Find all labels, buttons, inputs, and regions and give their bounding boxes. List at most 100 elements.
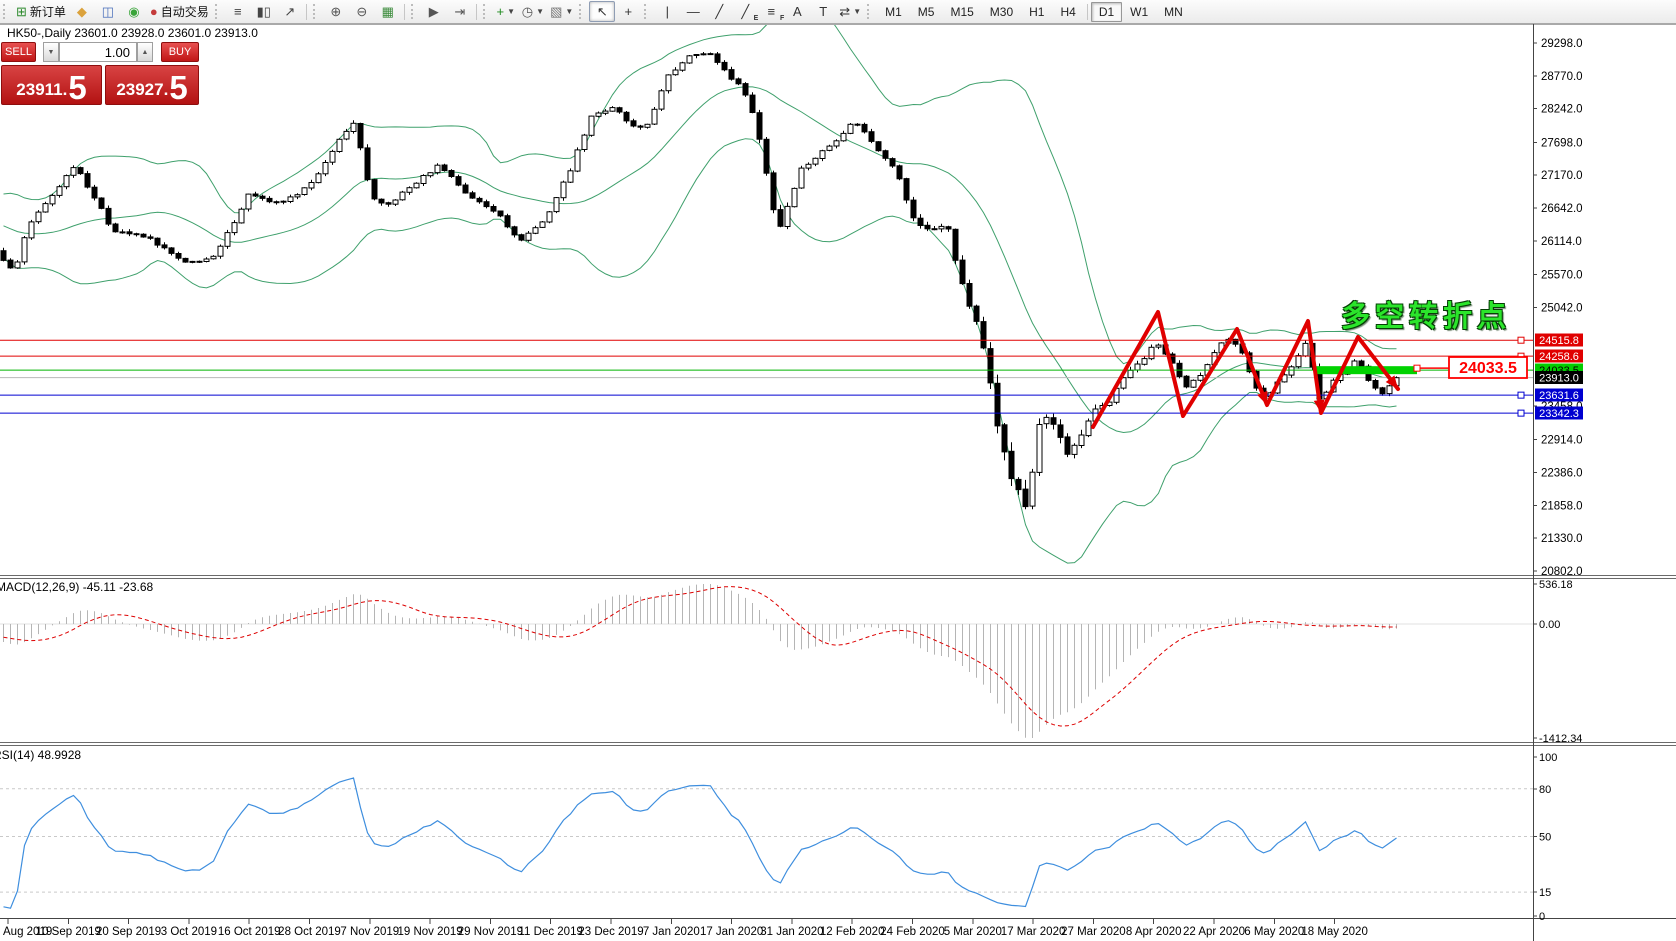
vertical-line-button[interactable]: | [654,1,680,22]
date-tick-label: 12 Feb 2020 [820,926,885,938]
zoom-in-button[interactable]: ⊕ [323,1,349,22]
equidistant-channel-button[interactable]: ╱E [732,1,758,22]
indicator-axis-labels: 536.180.00-1412.341008050150 [1539,579,1582,923]
price-tick-label: 27170.0 [1541,170,1583,182]
toolbar-grip [579,4,585,19]
price-tick-label: 21330.0 [1541,533,1583,545]
timeframe-M1[interactable]: M1 [877,2,910,22]
dropdown-arrow-icon[interactable]: ▼ [507,7,515,16]
date-tick-label: 17 Jan 2020 [700,926,763,938]
timeframe-W1[interactable]: W1 [1122,2,1156,22]
timeframe-H1[interactable]: H1 [1021,2,1052,22]
chart-shift-button[interactable]: ⇥ [447,1,473,22]
arrows-button[interactable]: ⇄▼ [836,1,864,22]
date-tick-label: 29 Nov 2019 [458,926,523,938]
buy-price-display[interactable]: 23927.5 [105,65,199,105]
date-tick-label: 19 Nov 2019 [397,926,462,938]
candlestick-series [1,52,1399,509]
chart-canvas[interactable]: 24033.529298.028770.028242.027698.027170… [0,0,1676,941]
volume-increase-button[interactable]: ▲ [137,42,153,62]
crosshair-icon: + [624,5,632,18]
eraser-button[interactable]: ◆ [69,1,95,22]
price-tick-label: 28770.0 [1541,71,1583,83]
macd-signal-line [4,587,1397,726]
macd-axis-label: 536.18 [1539,579,1573,591]
support-zone-bar [1316,366,1417,374]
cursor-button[interactable]: ↖ [589,1,615,22]
bollinger-upper-band [4,0,1397,364]
text-button[interactable]: A [784,1,810,22]
date-tick-label: 5 Mar 2020 [944,926,1002,938]
date-tick-label: 3 Oct 2019 [161,926,217,938]
dropdown-arrow-icon[interactable]: ▼ [565,7,573,16]
date-tick-label: 6 May 2020 [1244,926,1304,938]
volume-decrease-button[interactable]: ▼ [43,42,59,62]
date-tick-label: 24 Feb 2020 [880,926,945,938]
date-tick-label: 23 Dec 2019 [578,926,643,938]
timeframe-M15[interactable]: M15 [942,2,981,22]
chart-profile-button[interactable]: ◫ [95,1,121,22]
indicators-button[interactable]: +▼ [493,1,519,22]
sell-price-display[interactable]: 23911.5 [1,65,102,105]
toolbar-grip [644,4,650,19]
callout-handle [1414,365,1420,371]
buy-button[interactable]: BUY [161,42,199,62]
trading-terminal-window: ⊞新订单◆◫◉●自动交易≡▮▯↗⊕⊖▦▶⇥+▼◷▼▧▼↖+|—╱╱E≡FAT⇄▼… [0,0,1676,941]
date-tick-label: 18 May 2020 [1301,926,1368,938]
auto-trading-icon: ● [150,5,158,18]
price-badge-23631.6-text: 23631.6 [1539,390,1579,402]
auto-scroll-button[interactable]: ▶ [421,1,447,22]
zoom-out-button[interactable]: ⊖ [349,1,375,22]
horizontal-line-icon: — [687,5,700,18]
bar-chart-button[interactable]: ≡ [225,1,251,22]
candlestick-chart-button[interactable]: ▮▯ [251,1,277,22]
timeframe-M30[interactable]: M30 [982,2,1021,22]
macd-axis-label: 0.00 [1539,619,1560,631]
line-chart-button[interactable]: ↗ [277,1,303,22]
eraser-icon: ◆ [77,5,87,18]
arrows-icon: ⇄ [839,5,850,18]
toolbar-grip [483,4,489,19]
timeframe-M5[interactable]: M5 [910,2,943,22]
price-tick-label: 29298.0 [1541,38,1583,50]
dropdown-arrow-icon[interactable]: ▼ [853,7,861,16]
timeframe-H4[interactable]: H4 [1052,2,1083,22]
signal-icon: ◉ [128,5,139,18]
price-badge-24515.8-text: 24515.8 [1539,335,1579,347]
rsi-pane [0,778,1533,908]
price-tick-label: 27698.0 [1541,137,1583,149]
timeframe-D1[interactable]: D1 [1091,2,1122,22]
price-tick-label: 22386.0 [1541,468,1583,480]
price-badge-24258.6-text: 24258.6 [1539,351,1579,363]
rsi-axis-label: 50 [1539,832,1551,844]
main-toolbar: ⊞新订单◆◫◉●自动交易≡▮▯↗⊕⊖▦▶⇥+▼◷▼▧▼↖+|—╱╱E≡FAT⇄▼… [0,0,1676,24]
sell-price-big-digit: 5 [68,74,86,101]
rsi-axis-label: 15 [1539,887,1551,899]
volume-input[interactable]: 1.00 [59,42,137,62]
candlestick-chart-icon: ▮▯ [257,5,271,18]
bollinger-lower-band [4,139,1397,563]
new-order-icon: ⊞ [16,5,27,18]
auto-trading-button[interactable]: ●自动交易 [147,1,212,22]
periods-icon: ◷ [522,5,533,18]
timeframe-MN[interactable]: MN [1156,2,1191,22]
turning-point-annotation[interactable]: 多空转折点 [1341,293,1511,335]
crosshair-button[interactable]: + [615,1,641,22]
fibonacci-button[interactable]: ≡F [758,1,784,22]
price-tick-label: 21858.0 [1541,500,1583,512]
text-label-button[interactable]: T [810,1,836,22]
date-tick-label: 16 Oct 2019 [218,926,281,938]
horizontal-line-button[interactable]: — [680,1,706,22]
toolbar-grip [313,4,319,19]
tile-windows-button[interactable]: ▦ [375,1,401,22]
templates-button[interactable]: ▧▼ [547,1,576,22]
dropdown-arrow-icon[interactable]: ▼ [536,7,544,16]
macd-axis-label: -1412.34 [1539,733,1582,745]
signal-button[interactable]: ◉ [121,1,147,22]
trendline-button[interactable]: ╱ [706,1,732,22]
date-tick-label: 28 Oct 2019 [278,926,341,938]
periods-button[interactable]: ◷▼ [519,1,547,22]
zoom-out-icon: ⊖ [356,5,367,18]
sell-button[interactable]: SELL [1,42,36,62]
new-order-button[interactable]: ⊞新订单 [13,1,69,22]
